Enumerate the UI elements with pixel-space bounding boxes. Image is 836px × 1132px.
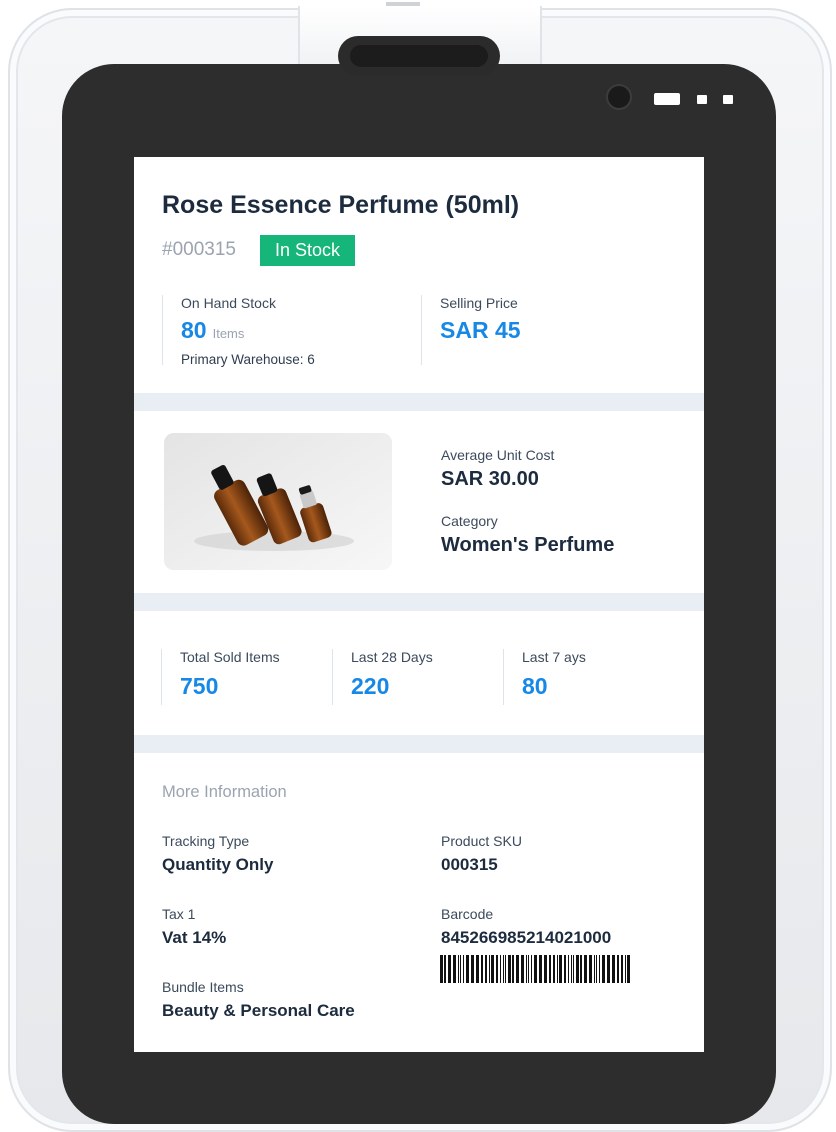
sensor-icon <box>697 95 707 104</box>
total-sold-stat: Total Sold Items 750 <box>161 649 280 705</box>
product-image <box>164 433 392 570</box>
earpiece-speaker <box>338 36 500 76</box>
tracking-type-value: Quantity Only <box>162 855 274 874</box>
barcode-icon <box>440 955 630 983</box>
barcode-value: 845266985214021000 <box>441 928 612 947</box>
perfume-bottles-icon <box>164 433 392 570</box>
on-hand-stock-value: 80 <box>181 317 207 343</box>
sales-stats-card: Total Sold Items 750 Last 28 Days 220 La… <box>134 611 704 735</box>
selling-price-label: Selling Price <box>440 295 518 311</box>
last-28-days-value: 220 <box>351 673 390 699</box>
product-sku-field: Product SKU 000315 <box>441 833 522 875</box>
product-header-card: Rose Essence Perfume (50ml) #000315 In S… <box>134 157 704 393</box>
last-28-days-stat: Last 28 Days 220 <box>332 649 433 705</box>
on-hand-stock-stat: On Hand Stock 80 Items Primary Warehouse:… <box>162 295 315 367</box>
more-information-title: More Information <box>162 783 287 801</box>
last-28-days-label: Last 28 Days <box>351 649 433 665</box>
tracking-type-field: Tracking Type Quantity Only <box>162 833 273 875</box>
average-unit-cost-label: Average Unit Cost <box>441 447 555 463</box>
average-unit-cost-value: SAR 30.00 <box>441 468 539 490</box>
last-7-days-label: Last 7 ays <box>522 649 586 665</box>
category-value: Women's Perfume <box>441 534 615 556</box>
selling-price-value: SAR 45 <box>440 317 521 343</box>
more-information-card: More Information Tracking Type Quantity … <box>134 753 704 1052</box>
bundle-items-field: Bundle Items Beauty & Personal Care <box>162 979 355 1021</box>
front-camera-icon <box>606 84 632 110</box>
app-screen: Rose Essence Perfume (50ml) #000315 In S… <box>134 157 704 1052</box>
category-label: Category <box>441 513 498 529</box>
primary-warehouse-text: Primary Warehouse: 6 <box>181 352 315 367</box>
product-id: #000315 <box>162 239 236 260</box>
stock-status-badge: In Stock <box>260 235 356 266</box>
total-sold-value: 750 <box>180 673 219 699</box>
tax-field: Tax 1 Vat 14% <box>162 906 226 948</box>
last-7-days-stat: Last 7 ays 80 <box>503 649 586 705</box>
bundle-items-value: Beauty & Personal Care <box>162 1001 355 1020</box>
tax-label: Tax 1 <box>162 906 196 922</box>
average-unit-cost-field: Average Unit Cost SAR 30.00 <box>441 447 554 491</box>
total-sold-label: Total Sold Items <box>180 649 280 665</box>
category-field: Category Women's Perfume <box>441 513 614 557</box>
on-hand-stock-unit: Items <box>212 326 245 341</box>
product-details-card: Average Unit Cost SAR 30.00 Category Wom… <box>134 411 704 593</box>
sensor-icon <box>654 93 680 105</box>
barcode-label: Barcode <box>441 906 494 922</box>
on-hand-stock-label: On Hand Stock <box>181 295 276 311</box>
tax-value: Vat 14% <box>162 928 227 947</box>
tracking-type-label: Tracking Type <box>162 833 250 849</box>
last-7-days-value: 80 <box>522 673 548 699</box>
sensor-icon <box>723 95 733 104</box>
barcode-field: Barcode 845266985214021000 <box>441 906 611 948</box>
selling-price-stat: Selling Price SAR 45 <box>421 295 521 365</box>
product-sku-value: 000315 <box>441 855 498 874</box>
product-title: Rose Essence Perfume (50ml) <box>162 191 520 219</box>
bundle-items-label: Bundle Items <box>162 979 244 995</box>
product-sku-label: Product SKU <box>441 833 522 849</box>
